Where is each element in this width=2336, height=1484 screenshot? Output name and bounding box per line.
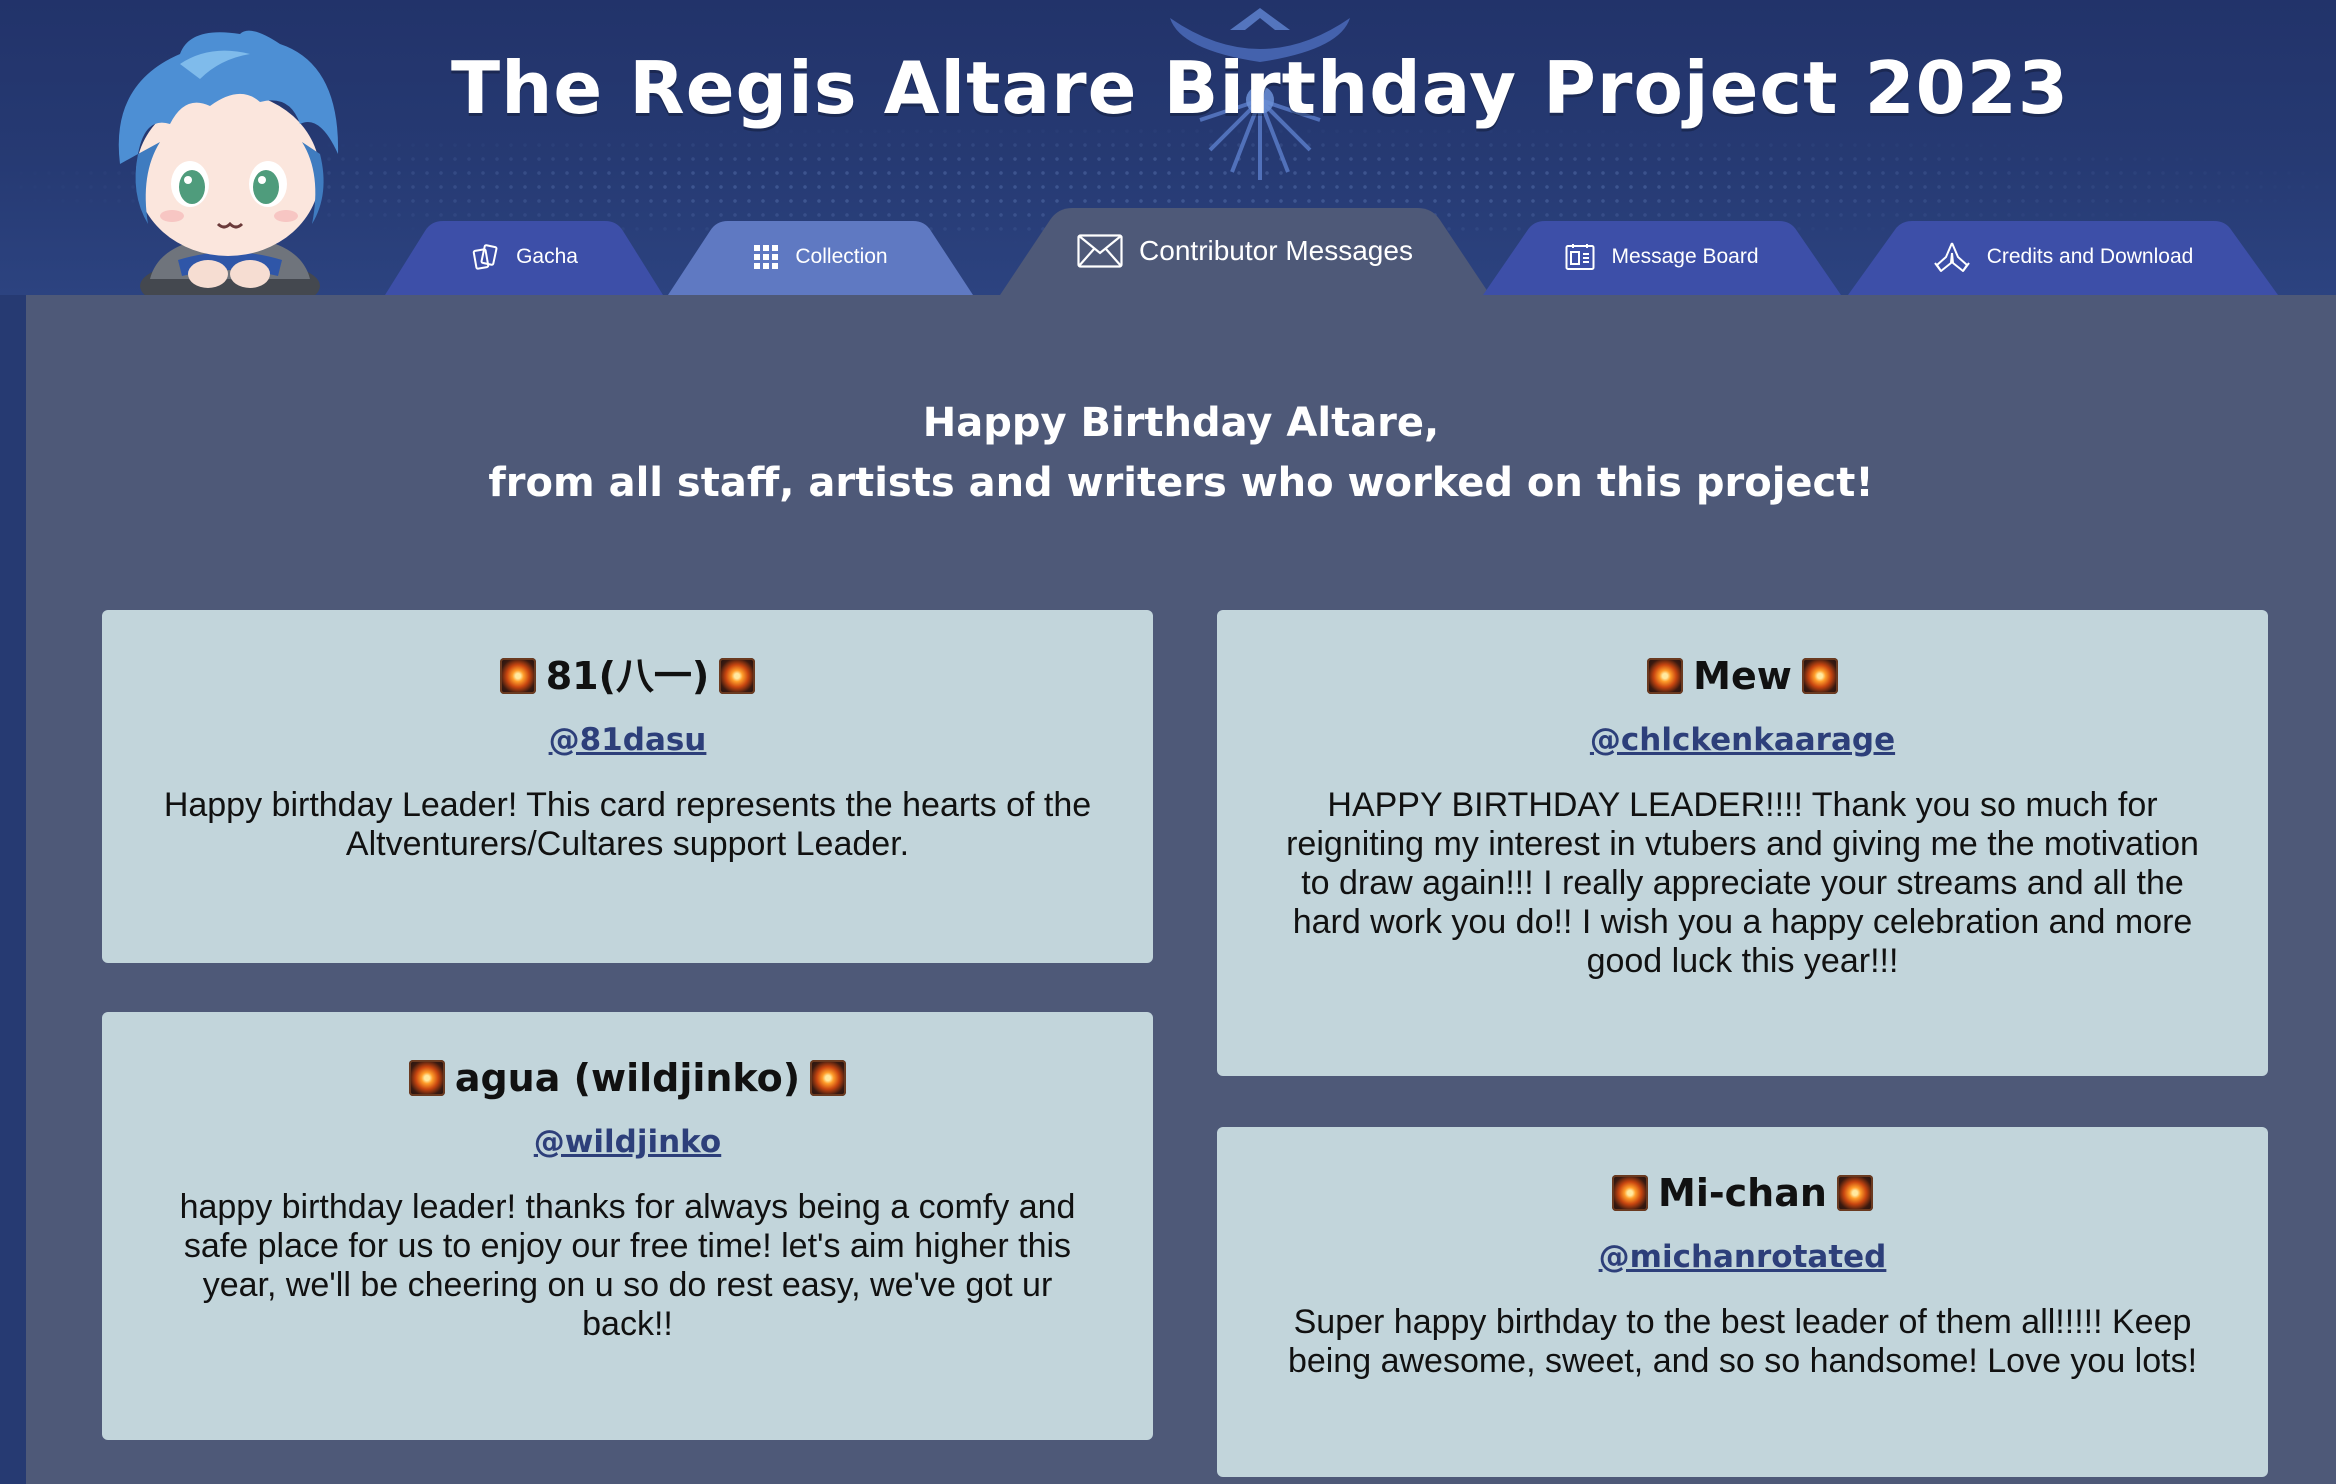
contributor-name-text: 81(八一) <box>545 654 710 698</box>
chibi-avatar-icon <box>118 30 339 295</box>
site-title: The Regis Altare Birthday Project 2023 <box>451 46 2069 130</box>
sparkler-icon <box>1836 1175 1873 1211</box>
intro-line-1: Happy Birthday Altare, <box>922 400 1440 446</box>
tab-credits-and-download[interactable]: Credits and Download <box>1848 219 2278 295</box>
tab-collection[interactable]: Collection <box>668 219 973 295</box>
contributor-handle-link[interactable]: @chlckenkaarage <box>1590 720 1895 760</box>
envelope-icon <box>1077 233 1123 268</box>
sparkler-icon <box>499 658 536 694</box>
contributor-handle-link[interactable]: @michanrotated <box>1599 1237 1887 1277</box>
page: The Regis Altare Birthday Project 2023 G… <box>0 0 2336 1484</box>
contributor-message: HAPPY BIRTHDAY LEADER!!!! Thank you so m… <box>1286 786 2199 980</box>
message-card: Mew @chlckenkaarage HAPPY BIRTHDAY LEADE… <box>1217 610 2268 1076</box>
tab-label: Collection <box>795 245 888 268</box>
contributor-name: agua (wildjinko) <box>162 1052 1093 1104</box>
intro-line-2: from all staff, artists and writers who … <box>488 460 1874 506</box>
sparkler-icon <box>810 1060 847 1096</box>
message-card: Mi-chan @michanrotated Super happy birth… <box>1217 1127 2268 1477</box>
intro-heading: Happy Birthday Altare, from all staff, a… <box>26 393 2336 513</box>
praying-hands-icon <box>1933 241 1971 273</box>
tab-contributor-messages[interactable]: Contributor Messages <box>1000 206 1490 295</box>
grid-icon <box>753 244 779 270</box>
site-header: The Regis Altare Birthday Project 2023 G… <box>0 0 2336 295</box>
cards-icon <box>470 242 500 272</box>
tab-label: Credits and Download <box>1986 245 2194 268</box>
contributor-name-text: Mew <box>1693 654 1792 698</box>
tab-label: Contributor Messages <box>1139 234 1413 266</box>
contributor-handle-link[interactable]: @81dasu <box>549 720 707 760</box>
sparkler-icon <box>408 1060 445 1096</box>
contributor-name: Mi-chan <box>1277 1167 2208 1219</box>
tab-message-board[interactable]: Message Board <box>1483 219 1841 295</box>
sparkler-icon <box>1801 658 1838 694</box>
contributor-message: Super happy birthday to the best leader … <box>1287 1303 2198 1380</box>
tab-label: Gacha <box>516 245 578 268</box>
contributor-handle-link[interactable]: @wildjinko <box>534 1122 721 1162</box>
sparkler-icon <box>1647 658 1684 694</box>
contributor-name: 81(八一) <box>162 650 1093 702</box>
message-card: agua (wildjinko) @wildjinko happy birthd… <box>102 1012 1153 1440</box>
contributor-name-text: agua (wildjinko) <box>454 1056 801 1100</box>
contributor-name-text: Mi-chan <box>1658 1171 1827 1215</box>
contributor-message: happy birthday leader! thanks for always… <box>179 1188 1076 1343</box>
sparkler-icon <box>1612 1175 1649 1211</box>
tab-gacha[interactable]: Gacha <box>385 219 663 295</box>
contributor-name: Mew <box>1277 650 2208 702</box>
contributor-message: Happy birthday Leader! This card represe… <box>163 786 1092 863</box>
sparkler-icon <box>719 658 756 694</box>
board-icon <box>1565 243 1595 271</box>
message-card: 81(八一) @81dasu Happy birthday Leader! Th… <box>102 610 1153 963</box>
tab-label: Message Board <box>1611 245 1759 268</box>
